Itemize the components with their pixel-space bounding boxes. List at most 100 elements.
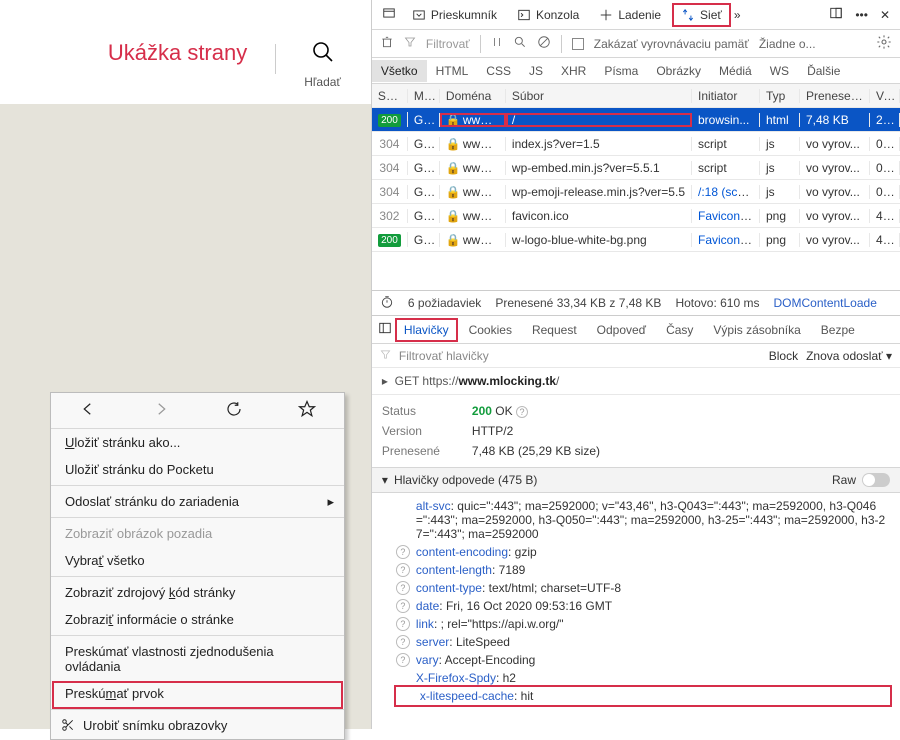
filter-tab-písma[interactable]: Písma (595, 60, 647, 82)
help-icon[interactable]: ? (396, 635, 410, 649)
network-row[interactable]: 304GET🔒www....wp-embed.min.js?ver=5.5.1s… (372, 156, 900, 180)
lock-icon: 🔒 (446, 113, 461, 127)
response-header: ?content-encoding: gzip (396, 543, 890, 561)
ctx-select-all[interactable]: Vybrať všetko (51, 547, 344, 577)
tab-inspector[interactable]: Prieskumník (404, 4, 505, 26)
network-row[interactable]: 200GET🔒www....w-logo-blue-white-bg.pngFa… (372, 228, 900, 252)
lock-icon: 🔒 (446, 137, 461, 151)
back-icon[interactable] (79, 400, 97, 421)
ctx-view-info[interactable]: Zobraziť informácie o stránke (51, 606, 344, 636)
tab-debugger[interactable]: Ladenie (591, 4, 669, 26)
help-icon[interactable]: ? (396, 599, 410, 613)
reload-icon[interactable] (225, 400, 243, 421)
search-icon (311, 40, 335, 69)
response-header: ?date: Fri, 16 Oct 2020 09:53:16 GMT (396, 597, 890, 615)
detail-tab-headers[interactable]: Hlavičky (396, 319, 457, 341)
help-icon[interactable]: ? (516, 406, 528, 418)
response-header: x-litespeed-cache: hit (396, 687, 890, 705)
bookmark-icon[interactable] (298, 400, 316, 421)
detail-tab-timings[interactable]: Časy (658, 319, 701, 341)
trash-icon[interactable] (380, 35, 394, 52)
block-button[interactable]: Block (769, 349, 798, 363)
lock-icon: 🔒 (446, 233, 461, 247)
dock-icon[interactable] (825, 4, 847, 25)
tab-network[interactable]: Sieť (673, 4, 730, 26)
timer-icon (380, 295, 394, 312)
filter-tabs: VšetkoHTMLCSSJSXHRPísmaObrázkyMédiáWSĎal… (372, 58, 900, 84)
response-header: alt-svc: quic=":443"; ma=2592000; v="43,… (396, 497, 890, 543)
devtools-panel: Prieskumník Konzola Ladenie Sieť » ••• ✕… (371, 0, 900, 729)
context-menu[interactable]: Uložiť stránku ako... Uložiť stránku do … (50, 392, 345, 740)
detail-tab-stack[interactable]: Výpis zásobníka (705, 319, 808, 341)
help-icon[interactable]: ? (396, 581, 410, 595)
network-row[interactable]: 302GET🔒www....favicon.icoFaviconL...pngv… (372, 204, 900, 228)
ctx-screenshot[interactable]: Urobiť snímku obrazovky (51, 712, 344, 739)
filter-tab-obrázky[interactable]: Obrázky (647, 60, 710, 82)
filter-tab-všetko[interactable]: Všetko (372, 60, 427, 82)
filter-tab-ws[interactable]: WS (761, 60, 798, 82)
tab-console[interactable]: Konzola (509, 4, 587, 26)
page-title: Ukážka strany (108, 40, 247, 66)
ctx-save-as[interactable]: Uložiť stránku ako... (51, 429, 344, 456)
help-icon[interactable]: ? (396, 617, 410, 631)
iframe-picker-icon[interactable] (378, 4, 400, 25)
scissors-icon (61, 718, 75, 735)
search-icon[interactable] (513, 35, 527, 52)
network-toolbar: Filtrovať Zakázať vyrovnávaciu pamäť Žia… (372, 30, 900, 58)
sidebar-toggle-icon[interactable] (378, 321, 392, 338)
ctx-send-device[interactable]: Odoslať stránku do zariadenia▸ (51, 488, 344, 518)
overflow-icon[interactable]: » (734, 8, 741, 22)
detail-tab-request[interactable]: Request (524, 319, 585, 341)
filter-tab-médiá[interactable]: Médiá (710, 60, 761, 82)
settings-gear-icon[interactable] (876, 34, 892, 53)
resend-button[interactable]: Znova odoslať ▾ (806, 349, 892, 363)
filter-tab-xhr[interactable]: XHR (552, 60, 595, 82)
meatballs-icon[interactable]: ••• (851, 6, 872, 24)
lock-icon: 🔒 (446, 209, 461, 223)
raw-toggle[interactable] (862, 473, 890, 487)
forward-icon[interactable] (152, 400, 170, 421)
disable-cache-label: Zakázať vyrovnávaciu pamäť (594, 37, 749, 51)
detail-tab-response[interactable]: Odpoveď (589, 319, 654, 341)
response-header: ?vary: Accept-Encoding (396, 651, 890, 669)
ctx-inspect-a11y[interactable]: Preskúmať vlastnosti zjednodušenia ovlád… (51, 638, 344, 680)
request-url: ▸ GET https://www.mlocking.tk/ (372, 368, 900, 395)
help-icon[interactable]: ? (396, 563, 410, 577)
ctx-save-pocket[interactable]: Uložiť stránku do Pocketu (51, 456, 344, 486)
filter-tab-ďalšie[interactable]: Ďalšie (798, 60, 849, 82)
network-row[interactable]: 200GET🔒www..../browsin...html7,48 KB25..… (372, 108, 900, 132)
detail-tabs: Hlavičky Cookies Request Odpoveď Časy Vý… (372, 316, 900, 344)
response-headers-section[interactable]: ▾ Hlavičky odpovede (475 B)Raw (372, 467, 900, 493)
detail-tab-cookies[interactable]: Cookies (461, 319, 520, 341)
disable-cache-checkbox[interactable] (572, 38, 584, 50)
ctx-view-source[interactable]: Zobraziť zdrojový kód stránky (51, 579, 344, 606)
response-header: ?link: ; rel="https://api.w.org/" (396, 615, 890, 633)
request-info: Status200 OK ? VersionHTTP/2 Prenesené7,… (372, 395, 900, 467)
lock-icon: 🔒 (446, 161, 461, 175)
context-nav (51, 393, 344, 429)
network-summary: 6 požiadaviek Prenesené 33,34 KB z 7,48 … (372, 290, 900, 316)
filter-headers-input[interactable]: Filtrovať hlavičky (399, 349, 489, 363)
filter-icon[interactable] (404, 36, 416, 51)
submenu-arrow-icon: ▸ (327, 494, 334, 510)
search-button[interactable]: Hľadať (304, 40, 341, 89)
close-icon[interactable]: ✕ (876, 6, 894, 24)
detail-tab-security[interactable]: Bezpe (813, 319, 863, 341)
response-headers-list: alt-svc: quic=":443"; ma=2592000; v="43,… (372, 493, 900, 715)
network-row[interactable]: 304GET🔒www....wp-emoji-release.min.js?ve… (372, 180, 900, 204)
help-icon[interactable]: ? (396, 653, 410, 667)
response-header: ?content-length: 7189 (396, 561, 890, 579)
block-icon[interactable] (537, 35, 551, 52)
network-row[interactable]: 304GET🔒www....index.js?ver=1.5scriptjsvo… (372, 132, 900, 156)
filter-icon (380, 349, 391, 363)
filter-tab-js[interactable]: JS (520, 60, 552, 82)
filter-tab-css[interactable]: CSS (477, 60, 520, 82)
pause-icon[interactable] (491, 35, 503, 52)
throttle-select[interactable]: Žiadne o... (759, 37, 816, 51)
help-icon[interactable]: ? (396, 545, 410, 559)
page-header: Ukážka strany Hľadať (0, 0, 371, 104)
ctx-inspect-element[interactable]: Preskúmať prvok (51, 680, 344, 710)
filter-input[interactable]: Filtrovať (426, 37, 470, 51)
filter-tab-html[interactable]: HTML (427, 60, 478, 82)
response-header: ?server: LiteSpeed (396, 633, 890, 651)
